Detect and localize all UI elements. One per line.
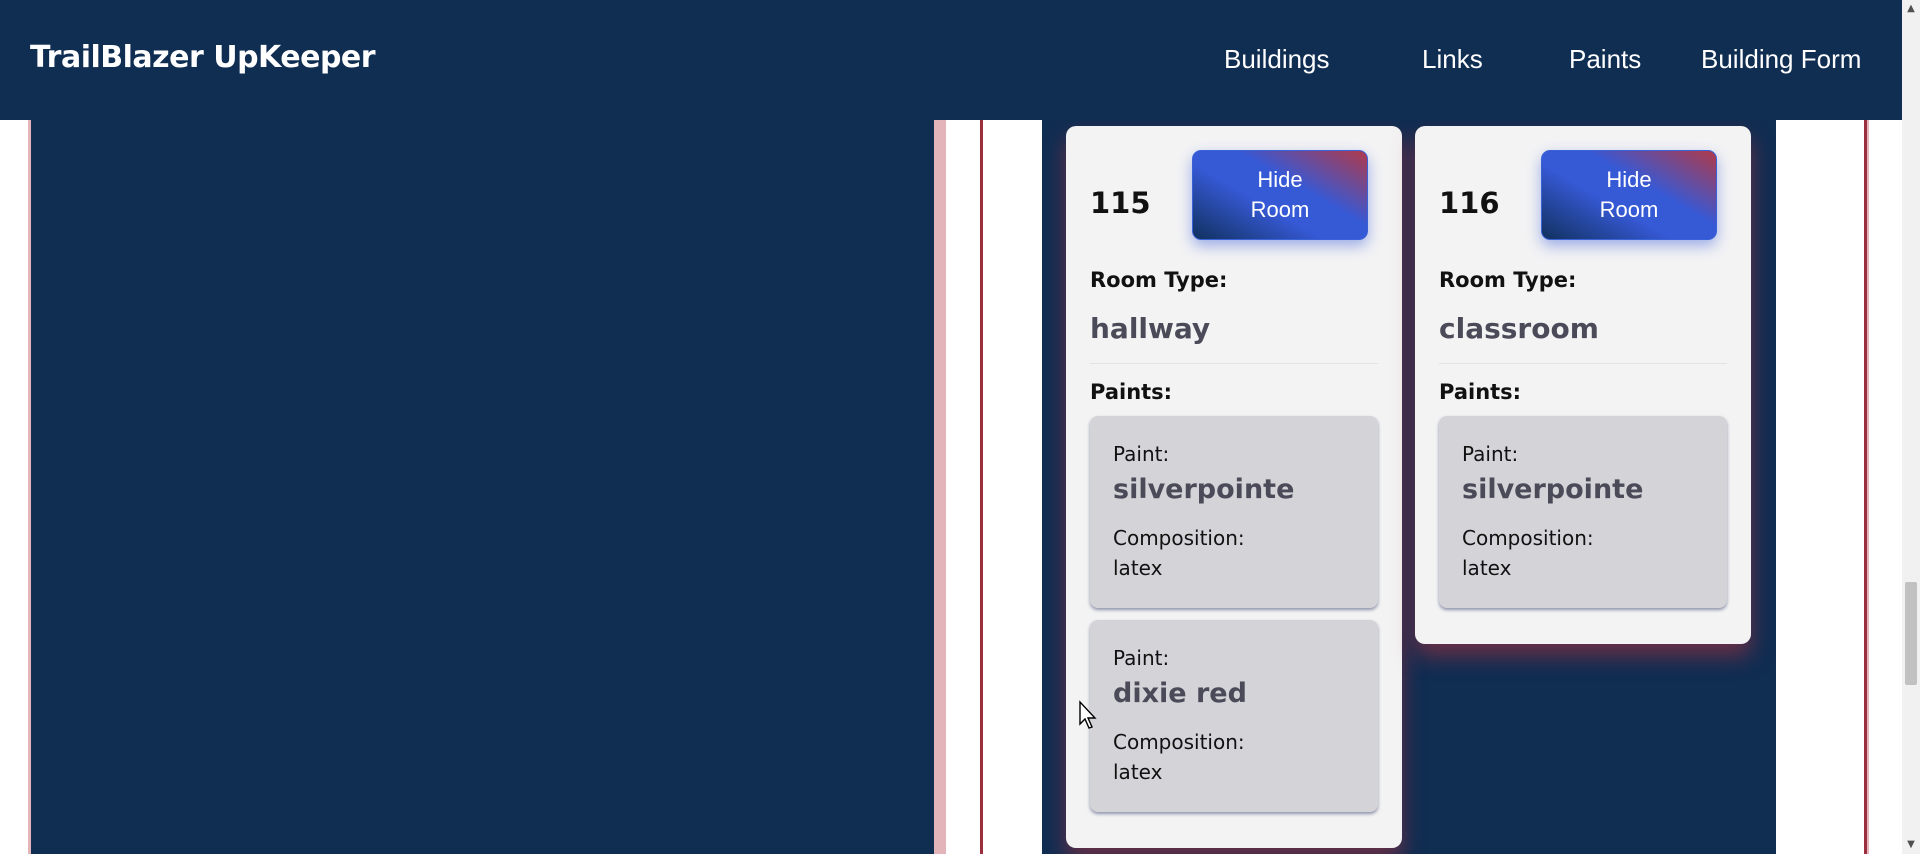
nav-link-links[interactable]: Links	[1422, 44, 1483, 75]
paint-name: silverpointe	[1462, 474, 1644, 505]
hide-button-label-line1: Hide	[1606, 167, 1652, 192]
divider	[1439, 363, 1727, 364]
composition-label: Composition:	[1113, 526, 1245, 550]
room-card: 116 Hide Room Room Type: classroom Paint…	[1415, 126, 1751, 644]
room-card: 115 Hide Room Room Type: hallway Paints:…	[1066, 126, 1402, 848]
paint-card: Paint: silverpointe Composition: latex	[1090, 416, 1378, 608]
paints-label: Paints:	[1090, 380, 1173, 404]
paint-label: Paint:	[1462, 442, 1519, 466]
room-number: 115	[1090, 186, 1151, 220]
hide-button-label-line2: Room	[1599, 197, 1659, 222]
composition-label: Composition:	[1462, 526, 1594, 550]
paint-card: Paint: dixie red Composition: latex	[1090, 620, 1378, 812]
composition-label: Composition:	[1113, 730, 1245, 754]
paint-label: Paint:	[1113, 442, 1170, 466]
column-gutter	[946, 120, 980, 854]
divider	[1090, 363, 1378, 364]
paint-label: Paint:	[1113, 646, 1170, 670]
vertical-scrollbar[interactable]: ▲ ▼	[1902, 0, 1920, 854]
room-type-label: Room Type:	[1090, 268, 1228, 292]
room-type-value: hallway	[1090, 312, 1211, 345]
room-type-value: classroom	[1439, 312, 1599, 345]
room-type-label: Room Type:	[1439, 268, 1577, 292]
composition-value: latex	[1113, 556, 1163, 580]
room-number: 116	[1439, 186, 1500, 220]
scroll-down-arrow-icon[interactable]: ▼	[1902, 836, 1920, 854]
right-margin	[1867, 120, 1902, 854]
hide-button-label-line1: Hide	[1257, 167, 1303, 192]
hide-button-label-line2: Room	[1250, 197, 1310, 222]
scroll-up-arrow-icon[interactable]: ▲	[1902, 0, 1920, 18]
paint-name: silverpointe	[1113, 474, 1295, 505]
nav-link-paints[interactable]: Paints	[1569, 44, 1641, 75]
composition-value: latex	[1113, 760, 1163, 784]
top-navbar: TrailBlazer UpKeeper Buildings Links Pai…	[0, 0, 1902, 120]
scroll-thumb[interactable]	[1905, 582, 1917, 685]
composition-value: latex	[1462, 556, 1512, 580]
nav-link-building-form[interactable]: Building Form	[1701, 44, 1861, 75]
paints-label: Paints:	[1439, 380, 1522, 404]
brand-title[interactable]: TrailBlazer UpKeeper	[30, 40, 376, 75]
mouse-pointer-icon	[1079, 700, 1097, 729]
paint-card: Paint: silverpointe Composition: latex	[1439, 416, 1727, 608]
rooms-container: 115 Hide Room Room Type: hallway Paints:…	[1042, 120, 1776, 854]
paint-name: dixie red	[1113, 678, 1247, 709]
hide-room-button[interactable]: Hide Room	[1192, 150, 1368, 240]
nav-link-buildings[interactable]: Buildings	[1224, 44, 1330, 75]
hide-room-button[interactable]: Hide Room	[1541, 150, 1717, 240]
left-panel	[28, 120, 946, 854]
